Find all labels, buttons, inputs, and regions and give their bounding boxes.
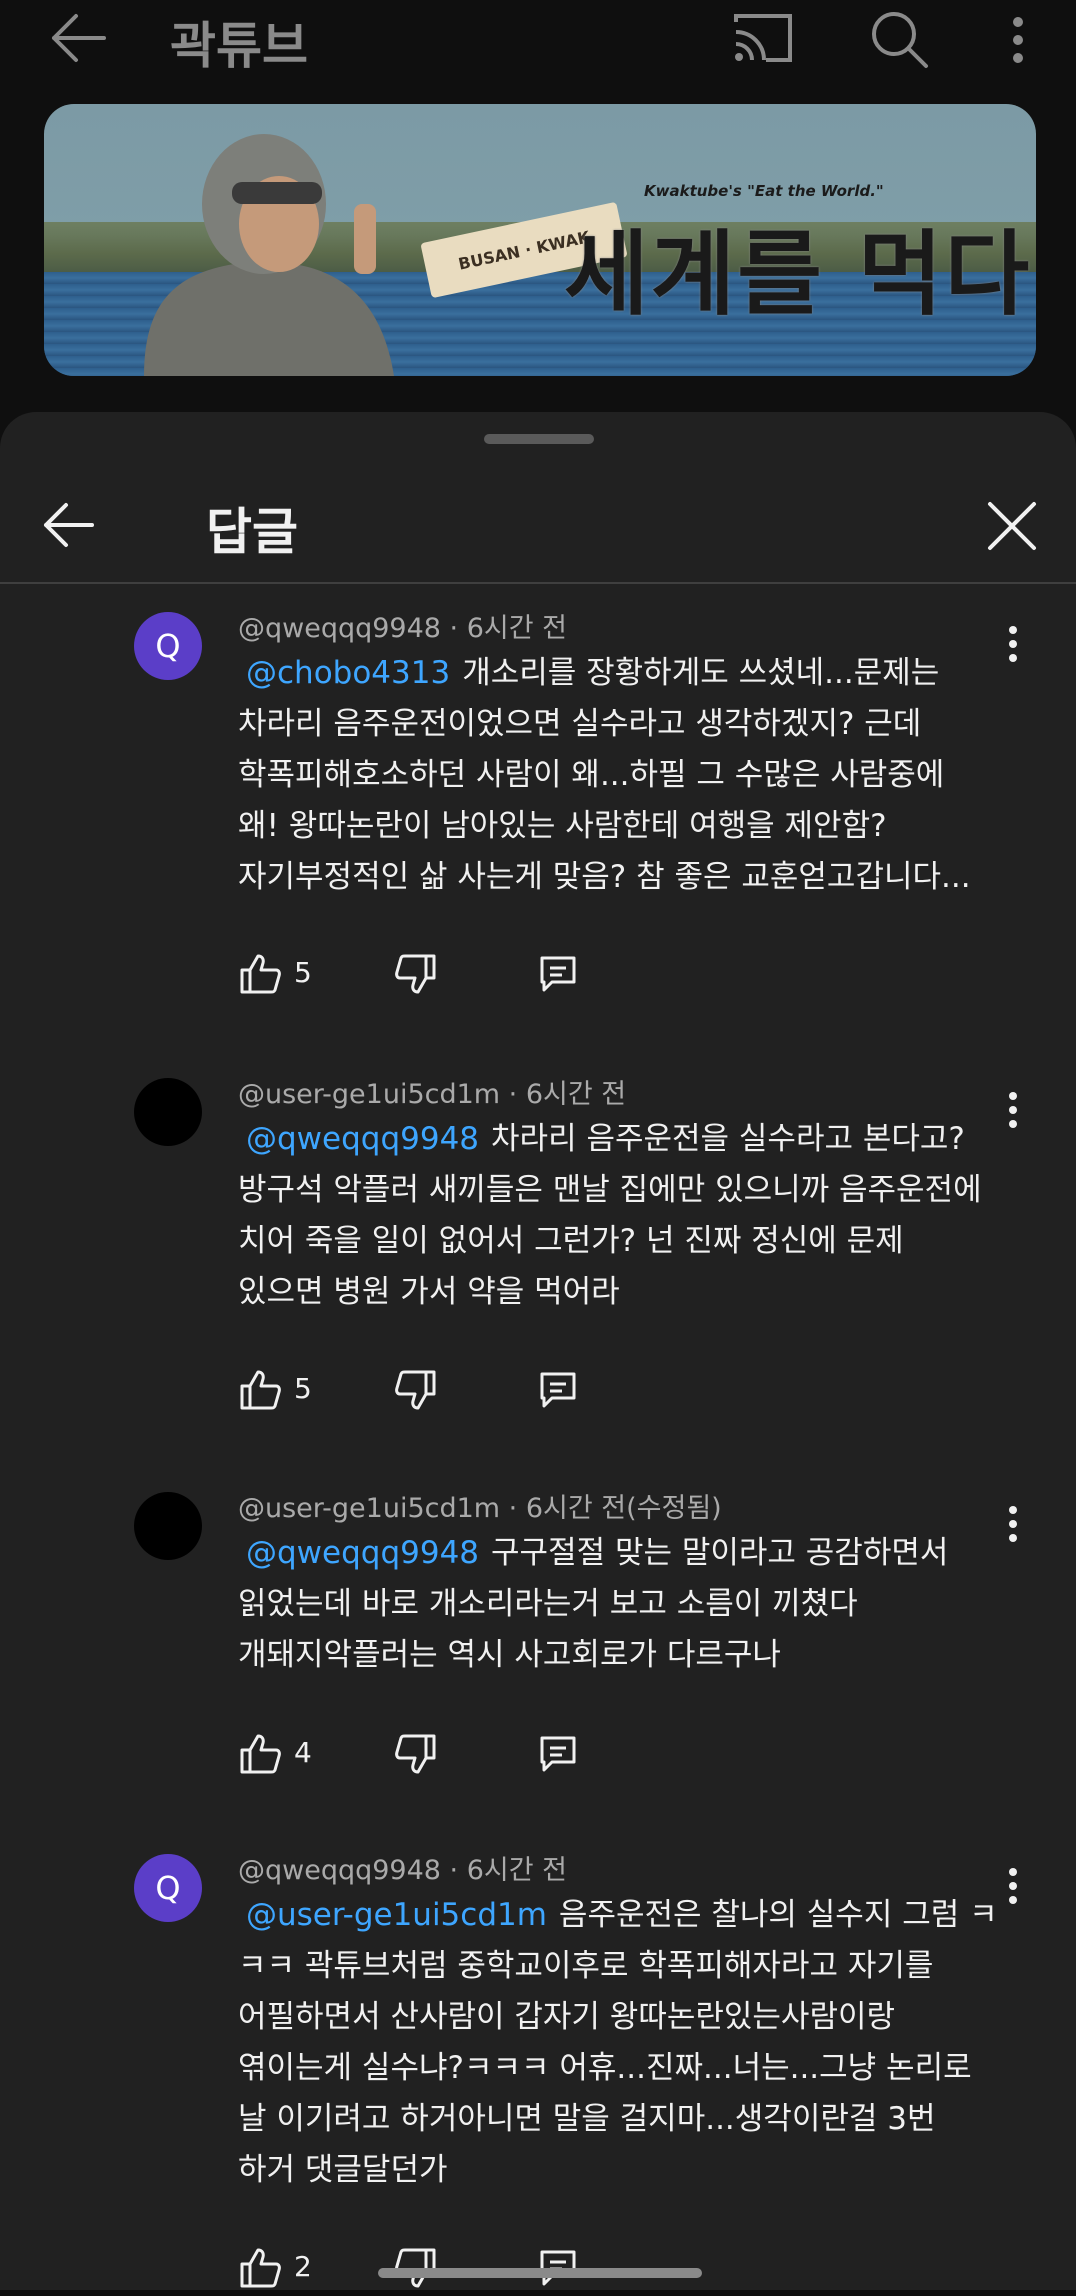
comment-line: 차라리 음주운전을 실수라고 본다고? bbox=[491, 1121, 965, 1157]
mention-link[interactable]: @user-ge1ui5cd1m bbox=[246, 1897, 547, 1933]
comment-line: 엮이는게 실수냐?ㅋㅋㅋ 어휴...진짜...너는...그냥 논리로 bbox=[238, 2050, 972, 2086]
comment-author[interactable]: @user-ge1ui5cd1m bbox=[238, 1493, 500, 1524]
comment-line: 자기부정적인 삶 사는게 맞음? 참 좋은 교훈얻고갑니다... bbox=[238, 859, 971, 895]
back-arrow-icon[interactable] bbox=[48, 12, 108, 64]
like-count: 2 bbox=[294, 2250, 312, 2283]
header-divider bbox=[0, 582, 1076, 584]
reply-icon[interactable] bbox=[538, 954, 578, 994]
comment-time: 6시간 전(수정됨) bbox=[525, 1493, 722, 1524]
comment-author[interactable]: @qweqqq9948 bbox=[238, 1855, 441, 1886]
cast-icon[interactable] bbox=[732, 12, 796, 64]
replies-sheet: 답글 Q @qweqqq9948 · 6시간 전 @chobo4313 개소리를 … bbox=[0, 412, 1076, 2290]
comment-actions: 4 bbox=[238, 1732, 838, 1782]
comment-line: 어필하면서 산사람이 갑자기 왕따논란있는사람이랑 bbox=[238, 1999, 896, 2035]
comment-line: 개돼지악플러는 역시 사고회로가 다르구나 bbox=[238, 1637, 781, 1673]
banner-person-image bbox=[104, 124, 404, 376]
avatar[interactable] bbox=[134, 1078, 202, 1146]
thumbs-up-icon[interactable] bbox=[238, 1732, 282, 1776]
replies-header: 답글 bbox=[0, 452, 1076, 592]
reply-icon[interactable] bbox=[538, 1370, 578, 1410]
mention-link[interactable]: @chobo4313 bbox=[246, 655, 450, 691]
comment-body: @qweqqq9948 차라리 음주운전을 실수라고 본다고? 방구석 악플러 새… bbox=[238, 1114, 1008, 1318]
avatar[interactable]: Q bbox=[134, 1854, 202, 1922]
channel-banner: BUSAN · KWAK Kwaktube's "Eat the World."… bbox=[44, 104, 1036, 376]
comment-body: @user-ge1ui5cd1m 음주운전은 찰나의 실수지 그럼 ㅋ ㅋㅋ 곽튜… bbox=[238, 1890, 1008, 2196]
comment-body: @qweqqq9948 구구절절 맞는 말이라고 공감하면서 읽었는데 바로 개소… bbox=[238, 1528, 1008, 1681]
thumbs-down-icon[interactable] bbox=[394, 1732, 438, 1776]
reply-icon[interactable] bbox=[538, 1734, 578, 1774]
comment-line: 치어 죽을 일이 없어서 그런가? 넌 진짜 정신에 문제 bbox=[238, 1223, 904, 1259]
comment-actions: 5 bbox=[238, 952, 838, 1002]
thumbs-up-icon[interactable] bbox=[238, 1368, 282, 1412]
thumbs-up-icon[interactable] bbox=[238, 952, 282, 996]
comment-meta: @user-ge1ui5cd1m · 6시간 전(수정됨) bbox=[238, 1493, 722, 1524]
comment-line: ㅋㅋ 곽튜브처럼 중학교이후로 학폭피해자라고 자기를 bbox=[238, 1948, 934, 1984]
like-count: 5 bbox=[294, 956, 312, 989]
thumbs-up-icon[interactable] bbox=[238, 2246, 282, 2290]
mention-link[interactable]: @qweqqq9948 bbox=[246, 1535, 479, 1571]
comment-body: @chobo4313 개소리를 장황하게도 쓰셨네...문제는 차라리 음주운전이… bbox=[238, 648, 1008, 903]
banner-headline: 세계를 먹다 bbox=[564, 221, 1032, 328]
channel-header: 곽튜브 bbox=[0, 0, 1076, 80]
comment-line: 개소리를 장황하게도 쓰셨네...문제는 bbox=[462, 655, 940, 691]
back-arrow-icon[interactable] bbox=[42, 502, 96, 548]
gesture-nav-bar[interactable] bbox=[378, 2268, 702, 2278]
replies-title: 답글 bbox=[206, 503, 298, 561]
close-icon[interactable] bbox=[986, 500, 1038, 552]
comment-line: 방구석 악플러 새끼들은 맨날 집에만 있으니까 음주운전에 bbox=[238, 1172, 982, 1208]
comment-time: 6시간 전 bbox=[466, 1855, 567, 1886]
comment-author[interactable]: @user-ge1ui5cd1m bbox=[238, 1079, 500, 1110]
banner-tagline: Kwaktube's "Eat the World." bbox=[644, 182, 884, 200]
comment-line: 읽었는데 바로 개소리라는거 보고 소름이 끼쳤다 bbox=[238, 1586, 858, 1622]
drag-handle[interactable] bbox=[484, 434, 594, 444]
comment-meta: @user-ge1ui5cd1m · 6시간 전 bbox=[238, 1079, 627, 1110]
comment-actions: 5 bbox=[238, 1368, 838, 1418]
comment-line: 날 이기려고 하거아니면 말을 걸지마...생각이란걸 3번 bbox=[238, 2101, 936, 2137]
comment-line: 구구절절 맞는 말이라고 공감하면서 bbox=[491, 1535, 949, 1571]
comment-line: 음주운전은 찰나의 실수지 그럼 ㅋ bbox=[558, 1897, 998, 1933]
comment-line: 차라리 음주운전이었으면 실수라고 생각하겠지? 근데 bbox=[238, 706, 922, 742]
mention-link[interactable]: @qweqqq9948 bbox=[246, 1121, 479, 1157]
comment-line: 왜! 왕따논란이 남아있는 사람한테 여행을 제안함? bbox=[238, 808, 887, 844]
avatar[interactable]: Q bbox=[134, 612, 202, 680]
avatar[interactable] bbox=[134, 1492, 202, 1560]
comment-meta: @qweqqq9948 · 6시간 전 bbox=[238, 1855, 567, 1886]
thumbs-down-icon[interactable] bbox=[394, 952, 438, 996]
comment-time: 6시간 전 bbox=[466, 613, 567, 644]
channel-title: 곽튜브 bbox=[170, 17, 308, 75]
thumbs-down-icon[interactable] bbox=[394, 1368, 438, 1412]
more-vert-icon[interactable] bbox=[1000, 10, 1040, 70]
search-icon[interactable] bbox=[870, 10, 930, 70]
comment-line: 학폭피해호소하던 사람이 왜...하필 그 수많은 사람중에 bbox=[238, 757, 945, 793]
comment-author[interactable]: @qweqqq9948 bbox=[238, 613, 441, 644]
comment-line: 있으면 병원 가서 약을 먹어라 bbox=[238, 1274, 620, 1310]
like-count: 5 bbox=[294, 1372, 312, 1405]
like-count: 4 bbox=[294, 1736, 312, 1769]
comment-time: 6시간 전 bbox=[525, 1079, 627, 1110]
comment-line: 하거 댓글달던가 bbox=[238, 2152, 448, 2188]
comment-meta: @qweqqq9948 · 6시간 전 bbox=[238, 613, 567, 644]
